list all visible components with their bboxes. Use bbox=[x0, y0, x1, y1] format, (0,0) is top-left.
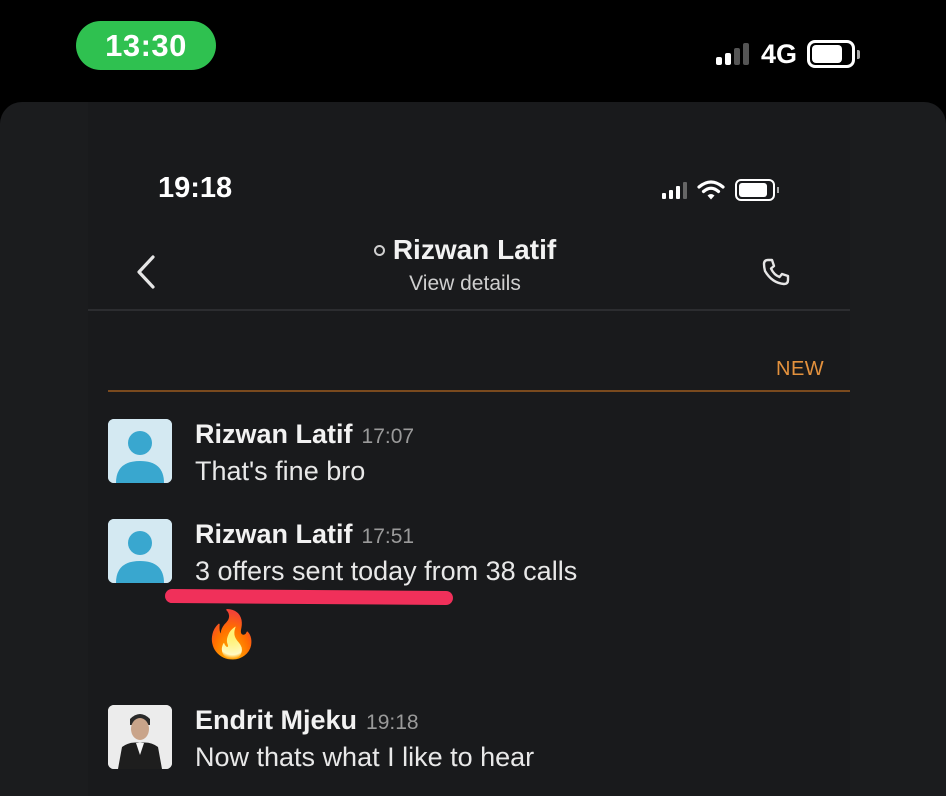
message-sender[interactable]: Rizwan Latif bbox=[195, 519, 353, 550]
avatar[interactable] bbox=[108, 519, 172, 583]
battery-icon bbox=[735, 179, 779, 201]
message-timestamp: 17:07 bbox=[361, 425, 415, 448]
back-button[interactable] bbox=[128, 250, 164, 294]
contact-name: Rizwan Latif bbox=[392, 234, 557, 265]
message-text: That's fine bro bbox=[195, 456, 366, 486]
message-sender[interactable]: Rizwan Latif bbox=[195, 419, 353, 450]
message-timestamp: 17:51 bbox=[361, 525, 415, 548]
call-button[interactable] bbox=[758, 254, 794, 290]
profile-photo-icon bbox=[108, 705, 172, 769]
outer-status-icons: 4G bbox=[716, 38, 861, 70]
default-avatar-icon bbox=[108, 419, 172, 483]
new-messages-label: NEW bbox=[776, 358, 825, 380]
message-timestamp: 19:18 bbox=[366, 711, 419, 734]
highlight-underline bbox=[164, 588, 454, 606]
phone-icon bbox=[762, 258, 790, 286]
header-divider bbox=[88, 309, 850, 311]
presence-dot-icon bbox=[373, 244, 385, 256]
avatar[interactable] bbox=[108, 705, 172, 769]
inner-clock: 19:18 bbox=[158, 172, 233, 204]
default-avatar-icon bbox=[108, 519, 172, 583]
battery-icon bbox=[807, 40, 861, 68]
outer-clock-pill[interactable]: 13:30 bbox=[76, 21, 216, 70]
message-text: 3 offers sent today from 38 calls bbox=[195, 556, 578, 586]
signal-icon bbox=[716, 43, 749, 65]
new-messages-divider bbox=[108, 390, 850, 392]
network-type: 4G bbox=[761, 38, 798, 69]
message-text: Now thats what I like to hear bbox=[195, 742, 535, 772]
view-details-link[interactable]: View details bbox=[340, 272, 590, 296]
back-chevron-icon bbox=[137, 255, 155, 289]
wifi-icon bbox=[697, 180, 725, 200]
signal-icon bbox=[662, 181, 687, 199]
chat-header-title[interactable]: Rizwan Latif View details bbox=[340, 234, 590, 296]
message-sender[interactable]: Endrit Mjeku bbox=[195, 705, 357, 736]
outer-status-bar: 13:30 4G bbox=[0, 0, 946, 100]
avatar[interactable] bbox=[108, 419, 172, 483]
fire-reaction[interactable]: 🔥 bbox=[203, 611, 260, 657]
inner-status-icons bbox=[662, 176, 779, 204]
